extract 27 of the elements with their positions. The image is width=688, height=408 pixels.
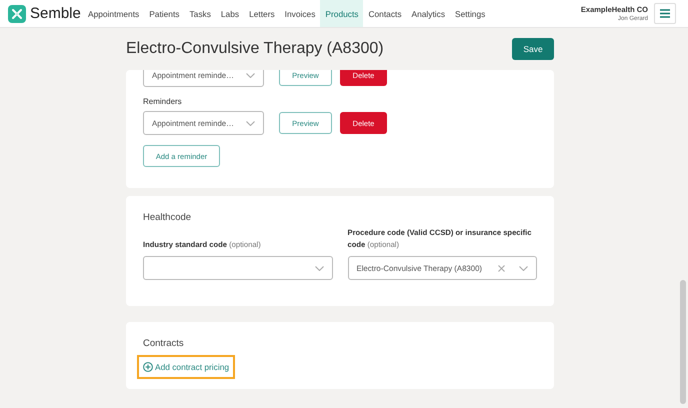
- nav-link[interactable]: Labs: [216, 0, 244, 27]
- nav-link[interactable]: Settings: [450, 0, 490, 27]
- save-button[interactable]: Save: [512, 38, 554, 60]
- nav-link[interactable]: Invoices: [280, 0, 320, 27]
- page-title: Electro-Convulsive Therapy (A8300): [126, 40, 384, 58]
- nav-link[interactable]: Products: [320, 0, 364, 27]
- chevron-icon: [246, 120, 255, 126]
- field-label: Reminders: [143, 97, 183, 106]
- nav-link[interactable]: Tasks: [184, 0, 216, 27]
- nav-link[interactable]: Analytics: [406, 0, 450, 27]
- clear-icon[interactable]: [498, 264, 505, 272]
- nav-link[interactable]: Letters: [244, 0, 280, 27]
- section-title: Contracts: [143, 338, 185, 349]
- nav-link[interactable]: Contacts: [363, 0, 407, 27]
- logo-icon: [8, 4, 26, 22]
- nav-link[interactable]: Appointments: [83, 0, 144, 27]
- code-select[interactable]: [143, 256, 332, 280]
- chevron-icon: [314, 266, 324, 270]
- chevron-icon: [246, 72, 255, 78]
- menu-button[interactable]: [654, 3, 676, 24]
- chevron-icon: [519, 266, 528, 270]
- section-title: Healthcode: [143, 212, 192, 223]
- add-contract-pricing-link[interactable]: Add contract pricing: [137, 355, 236, 379]
- nav-link[interactable]: Patients: [144, 0, 184, 27]
- logo-text: Semble: [30, 5, 81, 22]
- plus-circle-icon: [143, 362, 153, 372]
- menu-icon: [660, 9, 670, 18]
